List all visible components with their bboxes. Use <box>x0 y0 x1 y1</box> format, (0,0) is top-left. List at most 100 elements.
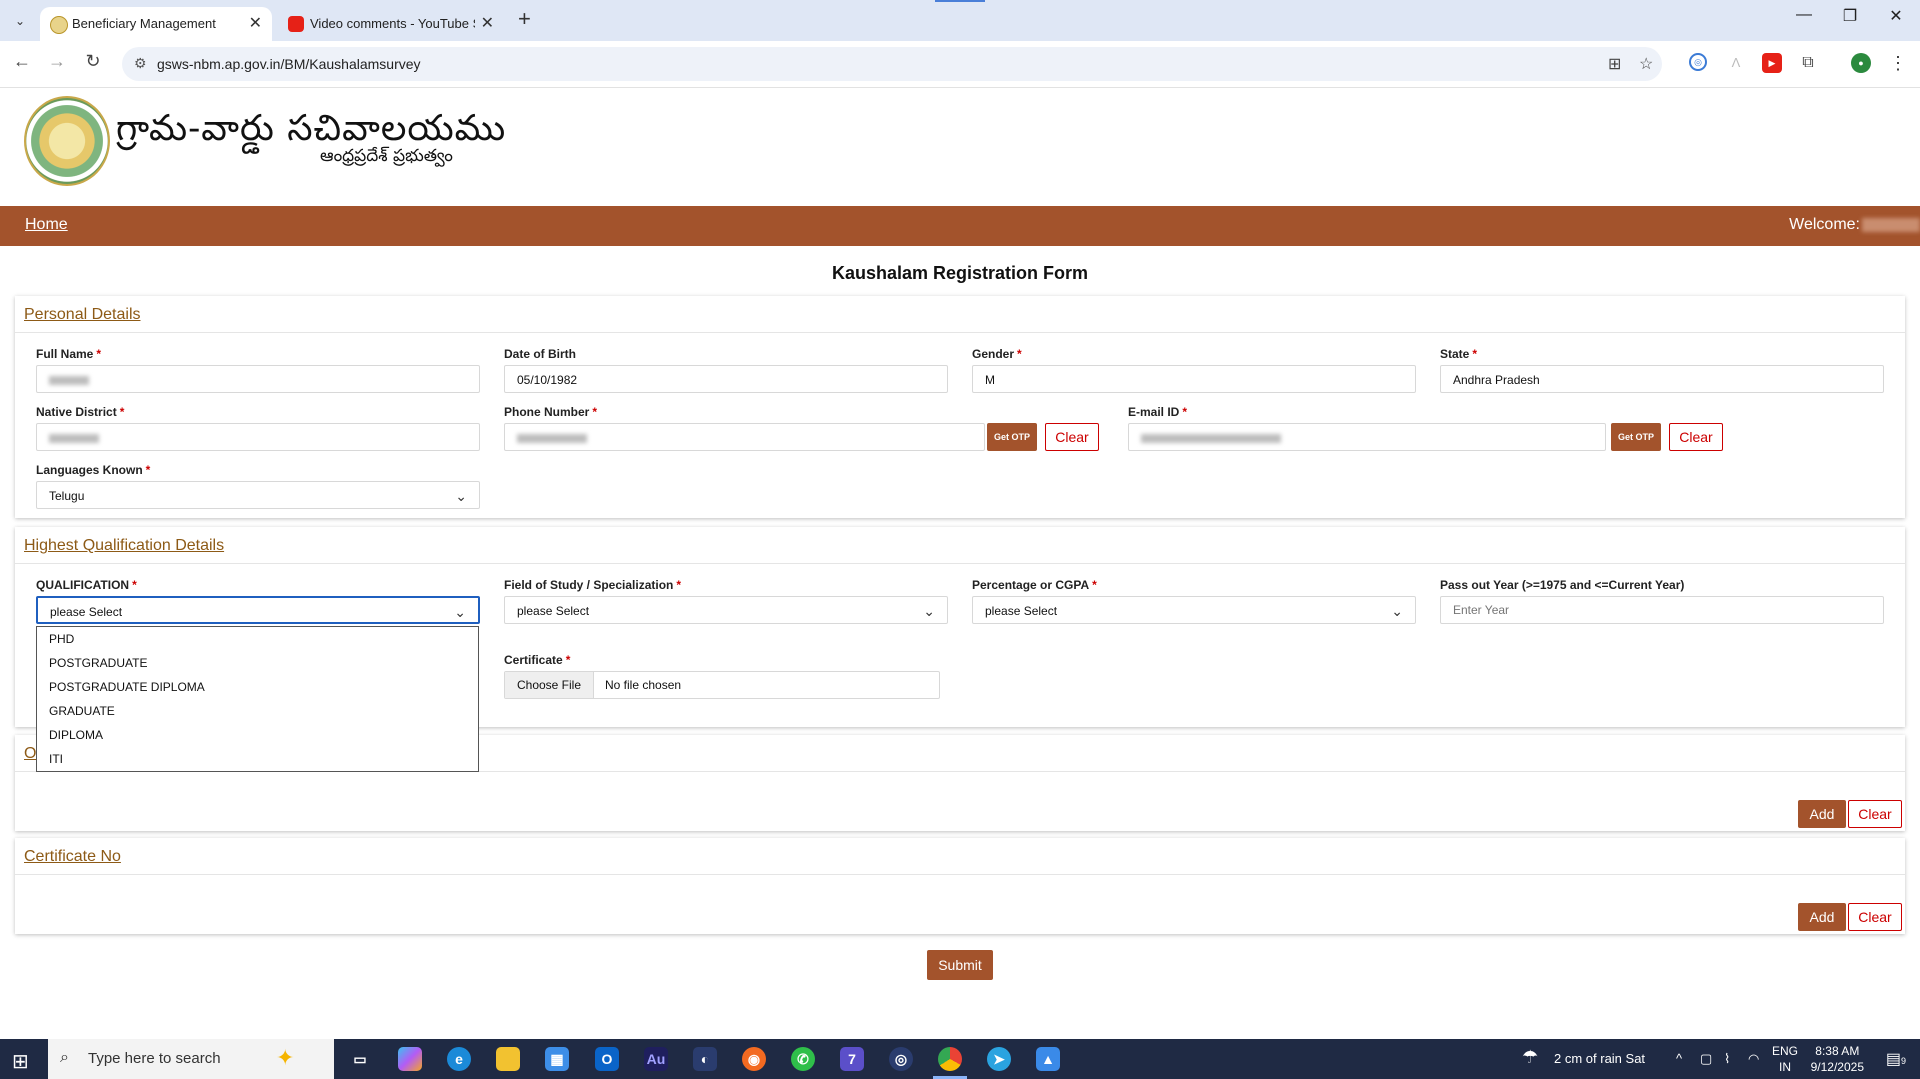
email-field[interactable] <box>1128 423 1606 451</box>
home-link[interactable]: Home <box>25 216 68 234</box>
passout-year-input[interactable] <box>1440 596 1884 624</box>
full-name-field[interactable] <box>36 365 480 393</box>
native-district-label: Native District * <box>36 405 125 419</box>
whatsapp-icon[interactable]: ✆ <box>791 1047 815 1071</box>
chevron-down-icon: ⌄ <box>1391 603 1403 619</box>
choose-file-button[interactable]: Choose File <box>505 672 594 698</box>
legend-divider <box>15 332 1905 333</box>
photos-icon[interactable]: ▲ <box>1036 1047 1060 1071</box>
legend-divider <box>15 874 1905 875</box>
state-label: State * <box>1440 347 1478 361</box>
profile-avatar[interactable]: ● <box>1851 53 1871 73</box>
certificate-no-section: Certificate No Add Clear <box>15 838 1905 934</box>
system-clock[interactable]: 8:38 AM 9/12/2025 <box>1811 1043 1864 1075</box>
telegram-icon[interactable]: ➤ <box>987 1047 1011 1071</box>
gender-field[interactable]: M <box>972 365 1416 393</box>
tab-search-icon[interactable]: ⌄ <box>8 9 32 33</box>
outlook-icon[interactable]: O <box>595 1047 619 1071</box>
personal-details-section: Personal Details Full Name * Date of Birt… <box>15 296 1905 518</box>
tray-network-icon[interactable]: ⌇ <box>1724 1051 1730 1067</box>
percentage-value: please Select <box>985 604 1058 618</box>
tab-title: Video comments - YouTube Studio <box>310 16 475 31</box>
legend-divider <box>15 563 1905 564</box>
copilot-icon[interactable] <box>398 1047 422 1071</box>
calendar-7-icon[interactable]: 7 <box>840 1047 864 1071</box>
extension-circle-icon[interactable]: ◎ <box>1689 53 1707 71</box>
clock-date: 9/12/2025 <box>1810 1060 1864 1074</box>
gender-label: Gender * <box>972 347 1022 361</box>
tray-wifi-icon[interactable]: ◠ <box>1748 1051 1759 1067</box>
native-district-field[interactable] <box>36 423 480 451</box>
percentage-label: Percentage or CGPA * <box>972 578 1097 592</box>
url-text: gsws-nbm.ap.gov.in/BM/Kaushalamsurvey <box>157 56 421 72</box>
search-placeholder: Type here to search <box>88 1050 221 1067</box>
new-tab-icon[interactable]: + <box>518 6 531 32</box>
minimize-icon[interactable]: — <box>1784 6 1824 24</box>
store-icon[interactable]: ▦ <box>545 1047 569 1071</box>
tab-youtube-studio[interactable]: Video comments - YouTube Studio ✕ <box>278 7 504 41</box>
submit-button[interactable]: Submit <box>927 950 993 980</box>
certificate-file-input[interactable]: Choose File No file chosen <box>504 671 940 699</box>
weather-rain-icon[interactable]: ☂ <box>1522 1047 1538 1068</box>
option-diploma[interactable]: DIPLOMA <box>37 723 478 747</box>
browser-toolbar: ← → ↻ ⚙ gsws-nbm.ap.gov.in/BM/Kaushalams… <box>0 41 1920 88</box>
percentage-select[interactable]: please Select ⌄ <box>972 596 1416 624</box>
option-phd[interactable]: PHD <box>37 627 478 651</box>
task-view-icon[interactable]: ▭ <box>348 1047 372 1071</box>
window-close-icon[interactable]: ✕ <box>1876 6 1916 26</box>
back-icon[interactable]: ← <box>9 51 35 72</box>
edge-icon[interactable]: e <box>447 1047 471 1071</box>
option-iti[interactable]: ITI <box>37 747 478 771</box>
search-icon: ⌕ <box>60 1049 69 1066</box>
clear-button[interactable]: Clear <box>1848 903 1902 931</box>
chevron-down-icon: ⌄ <box>923 603 935 619</box>
phone-get-otp-button[interactable]: Get OTP <box>987 423 1037 451</box>
extensions-puzzle-icon[interactable]: ⧉ <box>1798 53 1818 73</box>
qualification-select[interactable]: please Select ⌄ <box>36 596 480 624</box>
option-postgraduate-diploma[interactable]: POSTGRADUATE DIPLOMA <box>37 675 478 699</box>
translate-icon[interactable]: ⊞ <box>1608 54 1621 74</box>
reload-icon[interactable]: ↻ <box>80 51 106 72</box>
chrome-icon[interactable] <box>938 1047 962 1071</box>
clear-button[interactable]: Clear <box>1848 800 1902 828</box>
youtube-extension-icon[interactable]: ▶ <box>1762 53 1782 73</box>
windows-start-icon[interactable]: ⊞ <box>12 1049 29 1074</box>
email-get-otp-button[interactable]: Get OTP <box>1611 423 1661 451</box>
bookmark-star-icon[interactable]: ☆ <box>1639 54 1653 74</box>
weather-text[interactable]: 2 cm of rain Sat <box>1554 1051 1645 1066</box>
tab-beneficiary-management[interactable]: Beneficiary Management ✕ <box>40 7 272 41</box>
app-circle-icon[interactable]: ◎ <box>889 1047 913 1071</box>
site-info-icon[interactable]: ⚙ <box>134 55 147 72</box>
firefox-icon[interactable]: ◉ <box>742 1047 766 1071</box>
forward-icon[interactable]: → <box>44 51 70 72</box>
notification-icon[interactable]: ▤9 <box>1886 1049 1906 1069</box>
extension-a-icon[interactable]: Λ <box>1726 53 1746 73</box>
option-postgraduate[interactable]: POSTGRADUATE <box>37 651 478 675</box>
file-explorer-icon[interactable] <box>496 1047 520 1071</box>
field-of-study-select[interactable]: please Select ⌄ <box>504 596 948 624</box>
phone-clear-button[interactable]: Clear <box>1045 423 1099 451</box>
browser-menu-icon[interactable]: ⋮ <box>1888 53 1908 73</box>
state-field[interactable]: Andhra Pradesh <box>1440 365 1884 393</box>
add-button[interactable]: Add <box>1798 800 1846 828</box>
audition-icon[interactable]: Au <box>644 1047 668 1071</box>
option-graduate[interactable]: GRADUATE <box>37 699 478 723</box>
region-code: IN <box>1779 1060 1791 1074</box>
close-tab-icon[interactable]: ✕ <box>249 13 262 33</box>
tray-chevron-up-icon[interactable]: ^ <box>1676 1051 1682 1066</box>
chevron-down-icon: ⌄ <box>454 604 466 620</box>
restore-icon[interactable]: ❐ <box>1830 6 1870 26</box>
taskbar-search-box[interactable]: ⌕ Type here to search ✦ <box>48 1039 334 1079</box>
language-indicator[interactable]: ENG IN <box>1772 1043 1798 1075</box>
dob-field[interactable]: 05/10/1982 <box>504 365 948 393</box>
tray-device-icon[interactable]: ▢ <box>1700 1051 1712 1067</box>
languages-select[interactable]: Telugu ⌄ <box>36 481 480 509</box>
qualification-options-list: PHD POSTGRADUATE POSTGRADUATE DIPLOMA GR… <box>36 626 479 772</box>
phone-field[interactable] <box>504 423 985 451</box>
close-tab-icon[interactable]: ✕ <box>481 13 494 33</box>
add-button[interactable]: Add <box>1798 903 1846 931</box>
email-clear-button[interactable]: Clear <box>1669 423 1723 451</box>
field-of-study-value: please Select <box>517 604 590 618</box>
address-bar[interactable]: ⚙ gsws-nbm.ap.gov.in/BM/Kaushalamsurvey … <box>122 47 1662 81</box>
photo-app-icon[interactable]: ◐ <box>693 1047 717 1071</box>
